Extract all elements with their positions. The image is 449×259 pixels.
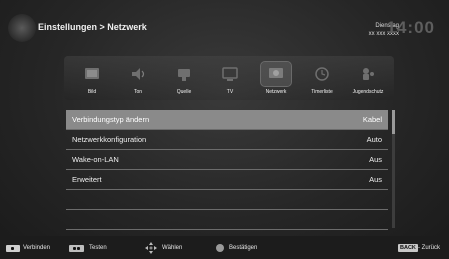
menu-item-jugendschutz[interactable] [353, 62, 383, 86]
network-icon [269, 68, 283, 78]
menu-label-timerliste: Timerliste [311, 89, 333, 95]
menu-item-timerliste[interactable] [307, 62, 337, 86]
footer-confirm[interactable]: Bestätigen [229, 245, 257, 251]
picture-icon [85, 68, 99, 79]
source-icon [178, 69, 190, 81]
scrollbar-thumb[interactable] [392, 110, 395, 134]
row-label: Wake-on-LAN [72, 155, 119, 164]
row-network-config[interactable]: Netzwerkkonfiguration Auto [66, 130, 388, 150]
menu-label-quelle: Quelle [176, 89, 192, 95]
footer-test[interactable]: Testen [89, 245, 107, 251]
clock: 14:00 [386, 18, 435, 37]
row-empty [66, 190, 388, 210]
settings-list: Verbindungstyp ändern Kabel Netzwerkkonf… [66, 110, 388, 230]
footer-back-label: Zurück [421, 245, 441, 251]
menu-label-netzwerk: Netzwerk [265, 89, 287, 95]
corner-decoration [8, 14, 36, 42]
row-empty [66, 210, 388, 230]
ok-key-icon [216, 244, 224, 252]
row-label: Verbindungstyp ändern [72, 115, 150, 124]
red-key-icon [6, 245, 20, 252]
footer-bar: Verbinden Testen Wählen Bestätigen BACK … [0, 236, 449, 259]
back-key-icon: BACK [398, 244, 418, 252]
menu-item-ton[interactable] [123, 62, 153, 86]
row-wake-on-lan[interactable]: Wake-on-LAN Aus [66, 150, 388, 170]
timer-icon [315, 67, 329, 81]
footer-select[interactable]: Wählen [162, 245, 182, 251]
row-connection-type[interactable]: Verbindungstyp ändern Kabel [66, 110, 388, 130]
navigation-arrows-icon [145, 242, 157, 254]
row-label: Netzwerkkonfiguration [72, 135, 147, 144]
menu-label-bild: Bild [87, 89, 97, 95]
footer-connect[interactable]: Verbinden [23, 245, 50, 251]
row-value: Aus [369, 155, 382, 164]
menu-item-bild[interactable] [77, 62, 107, 86]
menu-label-ton: Ton [133, 89, 143, 95]
scrollbar[interactable] [392, 110, 395, 228]
breadcrumb: Einstellungen > Netzwerk [38, 22, 147, 32]
row-value: Auto [366, 135, 382, 144]
parental-icon [363, 68, 374, 80]
tv-icon [222, 67, 238, 81]
menu-item-tv[interactable] [215, 62, 245, 86]
menu-label-jugendschutz: Jugendschutz [352, 89, 384, 95]
sound-icon [132, 68, 145, 80]
menu-label-tv: TV [226, 89, 234, 95]
row-advanced[interactable]: Erweitert Aus [66, 170, 388, 190]
menu-item-netzwerk[interactable] [260, 61, 292, 87]
menu-item-quelle[interactable] [169, 62, 199, 86]
green-key-icon [69, 245, 84, 252]
row-value: Aus [369, 175, 382, 184]
row-label: Erweitert [72, 175, 102, 184]
row-value: Kabel [362, 115, 382, 124]
footer-back[interactable]: - Zurück [418, 245, 440, 251]
